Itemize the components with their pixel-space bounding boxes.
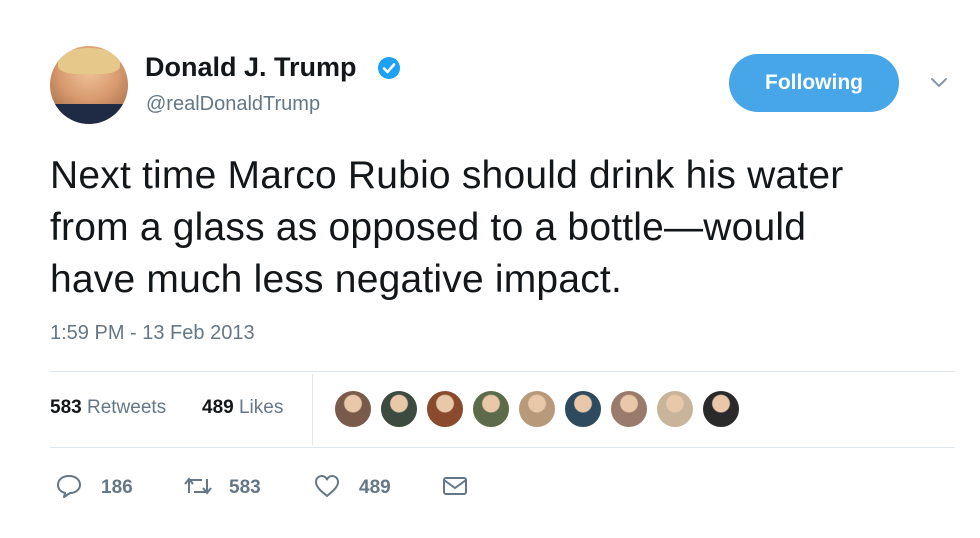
retweet-icon xyxy=(184,477,212,495)
tweet-card: Donald J. Trump @realDonaldTrump Followi… xyxy=(0,0,980,538)
avatar[interactable] xyxy=(50,46,128,124)
liker-1-avatar[interactable] xyxy=(334,390,372,428)
tweet-text-line: have much less negative impact. xyxy=(50,258,622,301)
likes-stat[interactable]: 489 Likes xyxy=(202,397,283,419)
liker-9-avatar[interactable] xyxy=(702,390,740,428)
divider xyxy=(50,447,955,448)
retweet-count: 583 xyxy=(229,477,261,498)
liker-2-avatar[interactable] xyxy=(380,390,418,428)
likes-label: Likes xyxy=(238,397,284,418)
liker-7-avatar[interactable] xyxy=(610,390,648,428)
liker-5-avatar[interactable] xyxy=(518,390,556,428)
tweet-text-line: from a glass as opposed to a bottle—woul… xyxy=(50,206,807,249)
author-name[interactable]: Donald J. Trump xyxy=(145,52,357,83)
avatar-hair xyxy=(58,48,120,74)
retweets-count: 583 xyxy=(50,397,82,418)
reply-count: 186 xyxy=(101,477,133,498)
divider xyxy=(50,371,955,372)
tweet-text: Next time Marco Rubio should drink his w… xyxy=(50,150,965,306)
avatar-suit xyxy=(50,104,128,124)
chevron-down-icon[interactable] xyxy=(930,76,948,90)
liker-4-avatar[interactable] xyxy=(472,390,510,428)
heart-icon xyxy=(315,475,339,497)
reply-icon xyxy=(57,475,81,498)
author-handle[interactable]: @realDonaldTrump xyxy=(146,93,320,116)
liker-8-avatar[interactable] xyxy=(656,390,694,428)
liker-6-avatar[interactable] xyxy=(564,390,602,428)
retweets-label: Retweets xyxy=(86,397,167,418)
liker-3-avatar[interactable] xyxy=(426,390,464,428)
tweet-timestamp[interactable]: 1:59 PM - 13 Feb 2013 xyxy=(50,322,255,345)
envelope-icon xyxy=(443,477,467,495)
verified-badge-icon xyxy=(378,57,400,79)
retweets-stat[interactable]: 583 Retweets xyxy=(50,397,166,419)
tweet-text-line: Next time Marco Rubio should drink his w… xyxy=(50,154,844,197)
likes-count: 489 xyxy=(202,397,234,418)
following-button[interactable]: Following xyxy=(729,54,899,112)
stats-divider xyxy=(312,374,313,445)
like-count: 489 xyxy=(359,477,391,498)
